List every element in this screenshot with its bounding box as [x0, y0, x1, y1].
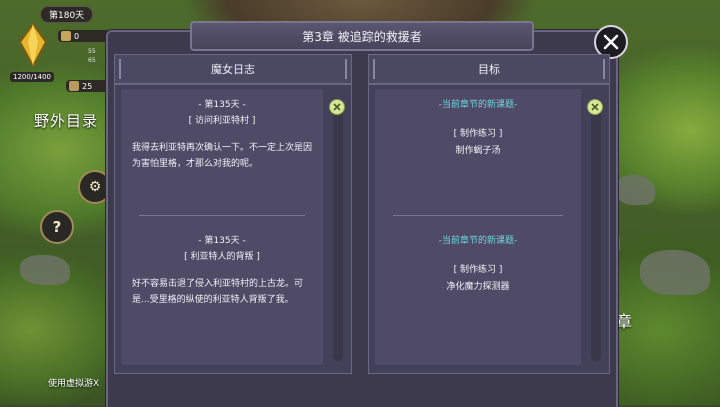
goals-scroll-cap[interactable] [587, 99, 603, 115]
witch-log-title: 魔女日志 [211, 63, 255, 76]
goals-panel: 目标 -当前章节的新课题- [ 制作练习 ] 制作蝎子汤 -当前章节的新课题- … [368, 54, 610, 374]
goals-scroll-thumb[interactable] [591, 103, 601, 361]
close-small-icon [591, 103, 599, 111]
log-entry-body: 我得去利亚特再次确认一下。不一定上次是因为害怕里格，才那么对我的呢。 [132, 143, 313, 169]
log-scroll-thumb[interactable] [333, 103, 343, 361]
coin-icon [61, 31, 71, 41]
goal-type: [ 制作练习 ] [453, 129, 503, 139]
goal-type: [ 制作练习 ] [453, 265, 503, 275]
goal-item: -当前章节的新课题- [ 制作练习 ] 净化魔力探测器 [375, 233, 581, 292]
goals-title: 目标 [478, 63, 500, 76]
goal-task: 净化魔力探测器 [446, 282, 510, 292]
log-entry-body: 好不容易击退了侵入利亚特村的上古龙。可是...受里格的纵使的利亚特人背叛了我。 [132, 279, 304, 305]
goal-divider [393, 215, 563, 216]
stat-value-1: 55 [88, 48, 96, 55]
goal-item: -当前章节的新课题- [ 制作练习 ] 制作蝎子汤 [375, 97, 581, 156]
material-icon [69, 81, 79, 91]
log-entry: - 第135天 - [ 访问利亚特村 ] 我得去利亚特再次确认一下。不一定上次是… [121, 97, 323, 172]
goal-section-header: -当前章节的新课题- [438, 236, 518, 246]
entry-divider [139, 215, 305, 216]
goals-scrollbar[interactable] [591, 103, 601, 361]
hp-readout: 1200/1400 [10, 72, 54, 82]
resource-value-1: 0 [74, 31, 80, 41]
gear-icon: ⚙ [88, 179, 102, 195]
resource-value-2: 25 [82, 81, 93, 91]
witch-log-panel: 魔女日志 - 第135天 - [ 访问利亚特村 ] 我得去利亚特再次确认一下。不… [114, 54, 352, 374]
mana-crystal-icon [18, 22, 48, 68]
log-scroll-cap[interactable] [329, 99, 345, 115]
help-icon: ? [52, 218, 62, 236]
stat-value-2: 65 [88, 57, 96, 64]
close-small-icon [333, 103, 341, 111]
dialog-title: 第3章 被追踪的救援者 [190, 21, 534, 51]
goals-header: 目标 [369, 55, 609, 85]
log-entry-title: [ 利亚特人的背叛 ] [184, 252, 260, 262]
background-chapter-text: 章 [616, 312, 633, 331]
witch-log-content[interactable]: - 第135天 - [ 访问利亚特村 ] 我得去利亚特再次确认一下。不一定上次是… [121, 89, 323, 365]
log-entry-title: [ 访问利亚特村 ] [188, 116, 256, 126]
field-catalog-label[interactable]: 野外目录 [34, 110, 98, 131]
goal-task: 制作蝎子汤 [455, 146, 501, 156]
virtual-control-text: 使用虚拟游X [48, 379, 100, 389]
help-button[interactable]: ? [40, 210, 74, 244]
log-entry: - 第135天 - [ 利亚特人的背叛 ] 好不容易击退了侵入利亚特村的上古龙。… [121, 233, 323, 308]
close-icon [603, 34, 619, 50]
witch-log-header: 魔女日志 [115, 55, 351, 85]
log-entry-day: - 第135天 - [198, 236, 246, 246]
log-entry-day: - 第135天 - [198, 100, 246, 110]
log-scrollbar[interactable] [333, 103, 343, 361]
goal-section-header: -当前章节的新课题- [438, 100, 518, 110]
day-counter: 第180天 [40, 6, 94, 23]
goals-content[interactable]: -当前章节的新课题- [ 制作练习 ] 制作蝎子汤 -当前章节的新课题- [ 制… [375, 89, 581, 365]
